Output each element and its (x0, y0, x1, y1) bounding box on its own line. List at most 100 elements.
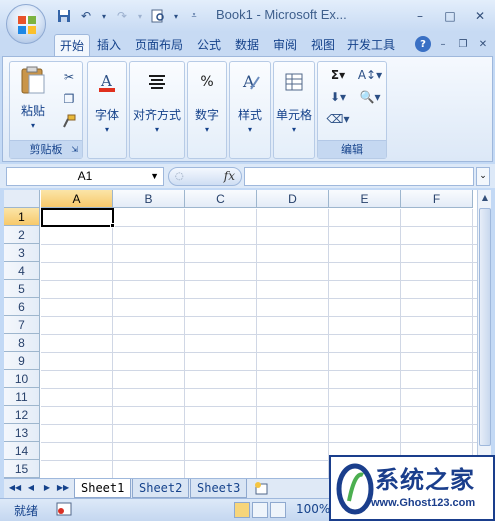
ribbon-restore-icon[interactable]: ❐ (455, 36, 471, 52)
fill-handle[interactable] (110, 223, 115, 228)
column-header-b[interactable]: B (113, 190, 185, 208)
styles-button[interactable]: A 样式 ▾ (230, 68, 270, 134)
autosum-icon[interactable]: Σ▾ (324, 66, 352, 84)
macro-record-icon[interactable] (56, 502, 72, 516)
row-header-3[interactable]: 3 (4, 244, 40, 262)
font-button[interactable]: A 字体 ▾ (88, 68, 126, 134)
zoom-level[interactable]: 100% (296, 502, 330, 516)
tab-formulas[interactable]: 公式 (192, 34, 226, 56)
column-header-e[interactable]: E (329, 190, 401, 208)
close-button[interactable]: ✕ (465, 6, 495, 26)
redo-icon[interactable]: ↷ (114, 8, 130, 24)
row-header-13[interactable]: 13 (4, 424, 40, 442)
scroll-up-icon[interactable]: ▲ (478, 190, 491, 206)
alignment-button[interactable]: 对齐方式 ▾ (130, 68, 184, 134)
column-header-a[interactable]: A (41, 190, 113, 208)
ribbon: 粘贴 ▾ ✂ ❐ 剪贴板 ⇲ A 字体 ▾ 对齐方式 ▾ % 数字 ▾ A 样式… (2, 56, 493, 162)
vertical-scrollbar[interactable]: ▲ ▼ (477, 190, 491, 478)
active-cell[interactable] (41, 208, 114, 227)
alignment-group[interactable]: 对齐方式 ▾ (129, 61, 185, 159)
tab-review[interactable]: 审阅 (268, 34, 302, 56)
copy-icon[interactable]: ❐ (60, 90, 78, 108)
cells-group[interactable]: 单元格 ▾ (273, 61, 315, 159)
row-header-7[interactable]: 7 (4, 316, 40, 334)
editing-group: Σ▾ A↕▾ ⬇▾ 🔍▾ ⌫▾ 编辑 (317, 61, 387, 159)
row-header-12[interactable]: 12 (4, 406, 40, 424)
paste-button[interactable]: 粘贴 ▾ (16, 66, 50, 130)
sheet-tab-sheet1[interactable]: Sheet1 (74, 479, 132, 498)
row-header-4[interactable]: 4 (4, 262, 40, 280)
expand-formula-bar-button[interactable]: ⌄ (476, 167, 490, 186)
tab-home[interactable]: 开始 (54, 34, 91, 56)
customize-qat-icon[interactable]: ⩡ (186, 8, 202, 24)
tab-view[interactable]: 视图 (306, 34, 340, 56)
percent-icon: % (200, 74, 214, 90)
number-group[interactable]: % 数字 ▾ (187, 61, 227, 159)
row-header-11[interactable]: 11 (4, 388, 40, 406)
row-header-6[interactable]: 6 (4, 298, 40, 316)
row-header-8[interactable]: 8 (4, 334, 40, 352)
insert-function-button[interactable]: fx (224, 168, 235, 185)
format-painter-icon[interactable] (60, 112, 78, 130)
row-header-2[interactable]: 2 (4, 226, 40, 244)
row-header-9[interactable]: 9 (4, 352, 40, 370)
sheet-tab-sheet3[interactable]: Sheet3 (190, 479, 248, 498)
first-sheet-icon[interactable]: ◀◀ (8, 481, 22, 495)
name-box-dropdown-icon[interactable]: ▼ (150, 168, 159, 185)
select-all-corner[interactable] (4, 190, 40, 208)
tab-data[interactable]: 数据 (230, 34, 264, 56)
clear-icon[interactable]: ⌫▾ (324, 110, 352, 128)
maximize-button[interactable]: □ (435, 6, 465, 26)
cells-button[interactable]: 单元格 ▾ (274, 68, 314, 134)
next-sheet-icon[interactable]: ▶ (40, 481, 54, 495)
find-select-icon[interactable]: 🔍▾ (356, 88, 384, 106)
number-button[interactable]: % 数字 ▾ (188, 68, 226, 134)
svg-text:A: A (100, 72, 112, 90)
fill-icon[interactable]: ⬇▾ (324, 88, 352, 106)
minimize-button[interactable]: – (405, 6, 435, 26)
svg-text:A: A (242, 72, 255, 91)
normal-view-icon[interactable] (234, 502, 250, 518)
last-sheet-icon[interactable]: ▶▶ (56, 481, 70, 495)
row-header-14[interactable]: 14 (4, 442, 40, 460)
print-preview-icon[interactable] (150, 8, 166, 24)
cut-icon[interactable]: ✂ (60, 68, 78, 86)
office-button[interactable] (6, 4, 46, 44)
cells-icon (280, 68, 308, 96)
watermark-url: www.Ghost123.com (371, 497, 476, 509)
formula-input[interactable] (244, 167, 474, 186)
page-break-view-icon[interactable] (270, 502, 286, 518)
editing-group-label: 编辑 (318, 140, 386, 158)
styles-group[interactable]: A 样式 ▾ (229, 61, 271, 159)
help-icon[interactable]: ? (415, 36, 431, 52)
undo-dropdown-icon[interactable]: ▾ (100, 8, 108, 24)
insert-sheet-icon[interactable] (251, 480, 273, 497)
row-header-15[interactable]: 15 (4, 460, 40, 478)
column-header-f[interactable]: F (401, 190, 473, 208)
row-header-5[interactable]: 5 (4, 280, 40, 298)
undo-icon[interactable]: ↶ (78, 8, 94, 24)
paste-dropdown-icon[interactable]: ▾ (16, 121, 50, 130)
tab-insert[interactable]: 插入 (92, 34, 126, 56)
row-header-1[interactable]: 1 (4, 208, 40, 226)
column-header-c[interactable]: C (185, 190, 257, 208)
scroll-thumb[interactable] (479, 208, 491, 446)
sheet-tab-sheet2[interactable]: Sheet2 (132, 479, 190, 498)
name-box[interactable]: A1 ▼ (6, 167, 164, 186)
cells-area[interactable] (41, 209, 491, 478)
redo-dropdown-icon[interactable]: ▾ (136, 8, 144, 24)
ribbon-minimize-icon[interactable]: – (435, 36, 451, 52)
font-group[interactable]: A 字体 ▾ (87, 61, 127, 159)
dialog-launcher-icon[interactable]: ⇲ (71, 141, 78, 159)
page-layout-view-icon[interactable] (252, 502, 268, 518)
tab-page-layout[interactable]: 页面布局 (130, 34, 188, 56)
ribbon-close-icon[interactable]: ✕ (475, 36, 491, 52)
sort-filter-icon[interactable]: A↕▾ (356, 66, 384, 84)
prev-sheet-icon[interactable]: ◀ (24, 481, 38, 495)
column-header-d[interactable]: D (257, 190, 329, 208)
print-preview-dropdown-icon[interactable]: ▾ (172, 8, 180, 24)
tab-developer[interactable]: 开发工具 (342, 34, 400, 56)
row-header-10[interactable]: 10 (4, 370, 40, 388)
save-icon[interactable] (56, 8, 72, 24)
watermark: 系统之家 www.Ghost123.com (329, 455, 495, 521)
